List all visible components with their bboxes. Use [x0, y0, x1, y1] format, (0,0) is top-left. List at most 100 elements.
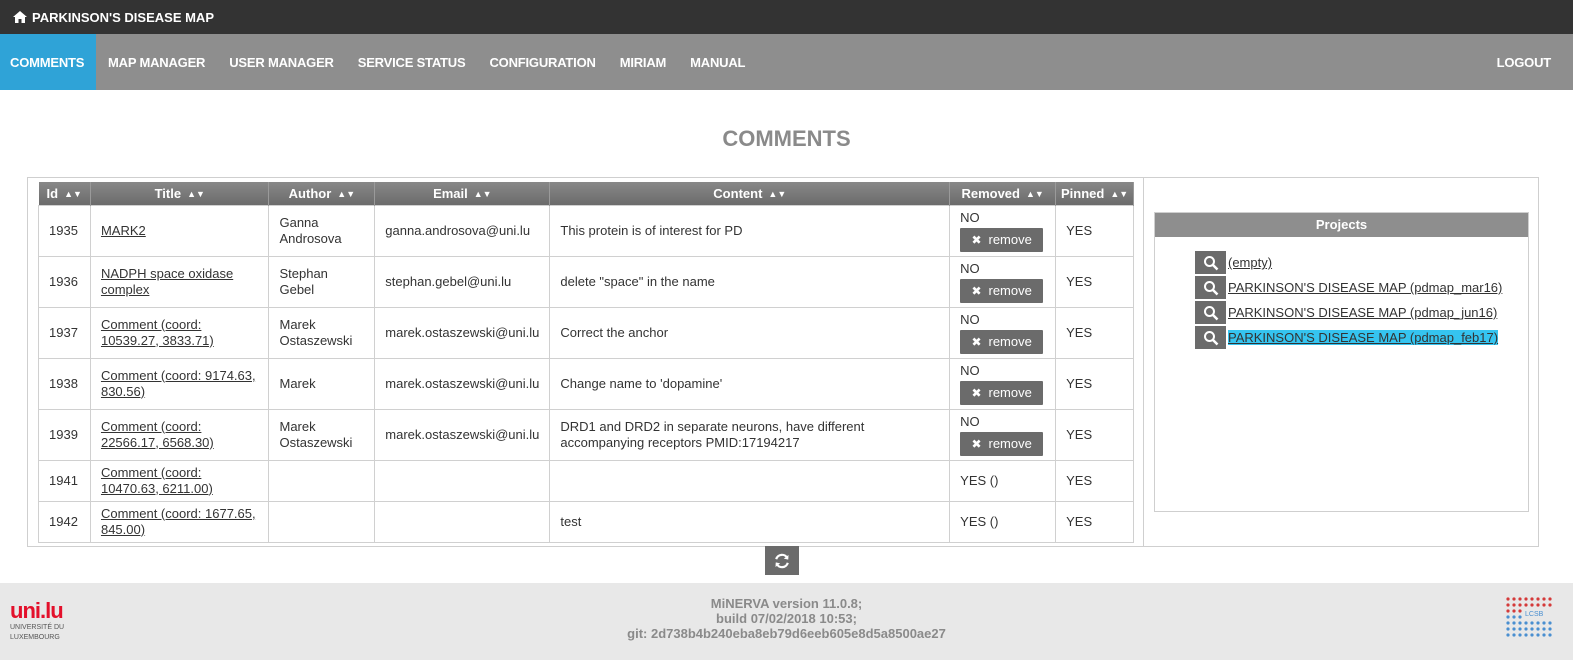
comment-title-link[interactable]: Comment (coord: 9174.63, 830.56): [101, 368, 256, 399]
build-line: build 07/02/2018 10:53;: [716, 611, 857, 626]
remove-label: remove: [988, 333, 1032, 349]
nav-tab-service-status[interactable]: SERVICE STATUS: [346, 34, 478, 90]
remove-button[interactable]: ✖ remove: [960, 380, 1044, 405]
table-row: 1935 MARK2 Ganna Androsova ganna.androso…: [38, 204, 1134, 257]
remove-label: remove: [988, 435, 1032, 451]
main-navigation: COMMENTS MAP MANAGER USER MANAGER SERVIC…: [0, 34, 1573, 90]
column-header-email[interactable]: Email ▲▼: [374, 182, 551, 205]
column-header-content[interactable]: Content ▲▼: [549, 182, 951, 205]
nav-tab-configuration[interactable]: CONFIGURATION: [477, 34, 607, 90]
footer: uni.lu UNIVERSITÉ DU LUXEMBOURG MiNERVA …: [0, 583, 1573, 660]
cell-title: Comment (coord: 10539.27, 3833.71): [89, 306, 270, 359]
page-title: COMMENTS: [722, 126, 851, 151]
comment-title-link[interactable]: Comment (coord: 22566.17, 6568.30): [101, 419, 214, 450]
remove-label: remove: [988, 231, 1032, 247]
column-header-pinned[interactable]: Pinned ▲▼: [1055, 182, 1134, 205]
removed-status: NO: [960, 209, 980, 225]
sort-icon: ▲▼: [768, 189, 787, 200]
comment-title-link[interactable]: NADPH space oxidase complex: [101, 266, 233, 297]
table-row: 1938 Comment (coord: 9174.63, 830.56) Ma…: [38, 357, 1134, 410]
remove-button[interactable]: ✖ remove: [960, 278, 1044, 303]
cell-removed: NO ✖ remove: [949, 204, 1057, 257]
cell-content: delete "space" in the name: [549, 255, 951, 308]
comment-title-link[interactable]: Comment (coord: 10539.27, 3833.71): [101, 317, 214, 348]
project-item: (empty): [1195, 250, 1502, 275]
cell-author: Marek Ostaszewski: [268, 306, 376, 359]
remove-button[interactable]: ✖ remove: [960, 227, 1044, 252]
table-row: 1939 Comment (coord: 22566.17, 6568.30) …: [38, 408, 1134, 461]
remove-button[interactable]: ✖ remove: [960, 329, 1044, 354]
cell-content: Change name to 'dopamine': [549, 357, 951, 410]
column-header-id[interactable]: Id ▲▼: [38, 182, 91, 205]
search-icon[interactable]: [1195, 301, 1226, 324]
comments-panel: Id ▲▼ Title ▲▼ Author ▲▼ Email ▲▼ Content ▲▼ …: [27, 177, 1144, 547]
column-header-author[interactable]: Author ▲▼: [268, 182, 376, 205]
cell-pinned: YES: [1055, 306, 1134, 359]
sort-icon: ▲▼: [64, 189, 82, 200]
sort-icon: ▲▼: [337, 189, 356, 200]
version-line: MiNERVA version 11.0.8;: [710, 596, 863, 611]
cell-pinned: YES: [1055, 500, 1134, 543]
column-header-title[interactable]: Title ▲▼: [90, 182, 270, 205]
cell-id: 1935: [38, 204, 91, 257]
project-link[interactable]: (empty): [1228, 255, 1272, 270]
cell-title: Comment (coord: 9174.63, 830.56): [89, 357, 270, 410]
remove-button[interactable]: ✖ remove: [960, 431, 1044, 456]
cell-email: stephan.gebel@uni.lu: [374, 255, 551, 308]
project-item: PARKINSON'S DISEASE MAP (pdmap_mar16): [1195, 275, 1502, 300]
cell-title: Comment (coord: 1677.65, 845.00): [89, 500, 270, 543]
nav-tab-user-manager[interactable]: USER MANAGER: [217, 34, 346, 90]
nav-tab-map-manager[interactable]: MAP MANAGER: [96, 34, 217, 90]
cell-content: This protein is of interest for PD: [549, 204, 951, 257]
project-item: PARKINSON'S DISEASE MAP (pdmap_jun16): [1195, 300, 1502, 325]
home-icon[interactable]: [12, 10, 28, 24]
table-row: 1942 Comment (coord: 1677.65, 845.00) te…: [38, 500, 1134, 543]
column-header-removed[interactable]: Removed ▲▼: [949, 182, 1057, 205]
cell-email: marek.ostaszewski@uni.lu: [374, 357, 551, 410]
nav-tab-miriam[interactable]: MIRIAM: [608, 34, 678, 90]
search-icon[interactable]: [1195, 251, 1226, 274]
project-item: PARKINSON'S DISEASE MAP (pdmap_feb17): [1195, 325, 1502, 350]
project-link-selected[interactable]: PARKINSON'S DISEASE MAP (pdmap_feb17): [1228, 330, 1499, 345]
comment-title-link[interactable]: MARK2: [101, 223, 146, 238]
search-icon[interactable]: [1195, 276, 1226, 299]
refresh-icon: [775, 553, 789, 568]
close-icon: ✖: [971, 436, 982, 451]
logout-button[interactable]: LOGOUT: [1485, 34, 1573, 90]
cell-content: DRD1 and DRD2 in separate neurons, have …: [549, 408, 951, 461]
close-icon: ✖: [971, 283, 982, 298]
search-icon[interactable]: [1195, 326, 1226, 349]
project-link[interactable]: PARKINSON'S DISEASE MAP (pdmap_mar16): [1228, 280, 1502, 295]
sort-icon: ▲▼: [1025, 189, 1044, 200]
cell-pinned: YES: [1055, 459, 1134, 502]
refresh-button[interactable]: [765, 546, 799, 575]
cell-email: ganna.androsova@uni.lu: [374, 204, 551, 257]
cell-id: 1938: [38, 357, 91, 410]
nav-tab-manual[interactable]: MANUAL: [678, 34, 757, 90]
remove-label: remove: [988, 384, 1032, 400]
cell-id: 1939: [38, 408, 91, 461]
cell-pinned: YES: [1055, 204, 1134, 257]
removed-status: NO: [960, 413, 980, 429]
projects-heading: Projects: [1155, 213, 1528, 237]
cell-id: 1936: [38, 255, 91, 308]
comment-title-link[interactable]: Comment (coord: 10470.63, 6211.00): [101, 465, 213, 496]
comment-title-link[interactable]: Comment (coord: 1677.65, 845.00): [101, 506, 256, 537]
cell-email: marek.ostaszewski@uni.lu: [374, 408, 551, 461]
lcsb-logo[interactable]: LCSB: [1505, 596, 1555, 642]
cell-pinned: YES: [1055, 408, 1134, 461]
cell-removed: YES (): [949, 500, 1057, 543]
project-list: (empty) PARKINSON'S DISEASE MAP (pdmap_m…: [1195, 250, 1502, 350]
close-icon: ✖: [971, 232, 982, 247]
cell-removed: NO ✖ remove: [949, 306, 1057, 359]
app-title[interactable]: PARKINSON'S DISEASE MAP: [32, 10, 214, 25]
cell-author: Ganna Androsova: [268, 204, 376, 257]
cell-title: Comment (coord: 10470.63, 6211.00): [89, 459, 270, 502]
cell-pinned: YES: [1055, 255, 1134, 308]
nav-tab-comments[interactable]: COMMENTS: [0, 34, 96, 90]
sort-icon: ▲▼: [187, 189, 205, 200]
close-icon: ✖: [971, 385, 982, 400]
project-link[interactable]: PARKINSON'S DISEASE MAP (pdmap_jun16): [1228, 305, 1497, 320]
table-row: 1937 Comment (coord: 10539.27, 3833.71) …: [38, 306, 1134, 359]
